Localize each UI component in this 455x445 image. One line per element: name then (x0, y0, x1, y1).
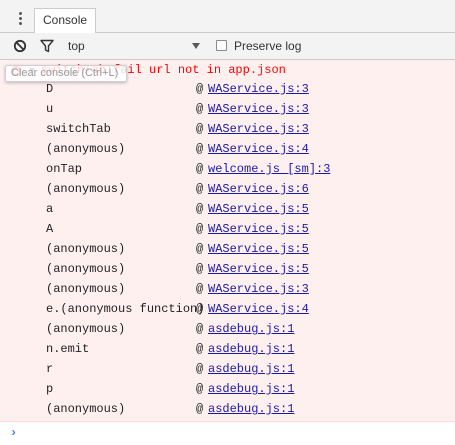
at-symbol: @ (196, 102, 204, 116)
error-message-block: switchTab:fail url not in app.json Clear… (0, 60, 455, 422)
at-symbol: @ (196, 282, 204, 296)
stack-frame-source-link[interactable]: WAService.js:3 (208, 280, 309, 299)
filter-icon[interactable] (40, 39, 54, 53)
stack-frame-row: onTap @ welcome.js [sm]:3 (0, 160, 455, 180)
stack-frame-function: (anonymous) (46, 402, 126, 416)
preserve-log-checkbox[interactable] (216, 40, 227, 51)
stack-frame-row: (anonymous) @ asdebug.js:1 (0, 320, 455, 340)
stack-frame-function: (anonymous) (46, 322, 126, 336)
console-prompt-icon[interactable]: › (10, 426, 17, 440)
stack-frame-source-link[interactable]: WAService.js:5 (208, 260, 309, 279)
kebab-menu-icon[interactable] (12, 11, 28, 27)
stack-frame-row: (anonymous) @ asdebug.js:1 (0, 400, 455, 420)
preserve-log-label: Preserve log (234, 39, 302, 53)
stack-frame-source-link[interactable]: asdebug.js:1 (208, 380, 294, 399)
at-symbol: @ (196, 242, 204, 256)
stack-frame-row: (anonymous) @ WAService.js:4 (0, 140, 455, 160)
console-toolbar: top Preserve log (0, 33, 455, 60)
stack-frame-function: onTap (46, 162, 83, 176)
stack-frame-function: D (46, 82, 54, 96)
stack-frame-row: r @ asdebug.js:1 (0, 360, 455, 380)
stack-frame-source-link[interactable]: WAService.js:4 (208, 140, 309, 159)
stack-frame-source-link[interactable]: WAService.js:5 (208, 220, 309, 239)
at-symbol: @ (196, 362, 204, 376)
stack-frame-row: (anonymous) @ WAService.js:5 (0, 240, 455, 260)
at-symbol: @ (196, 182, 204, 196)
at-symbol: @ (196, 122, 204, 136)
stack-frame-function: (anonymous) (46, 262, 126, 276)
at-symbol: @ (196, 82, 204, 96)
stack-frame-row: switchTab @ WAService.js:3 (0, 120, 455, 140)
at-symbol: @ (196, 302, 204, 316)
at-symbol: @ (196, 162, 204, 176)
stack-frame-row: n.emit @ asdebug.js:1 (0, 340, 455, 360)
at-symbol: @ (196, 262, 204, 276)
stack-frame-function: (anonymous) (46, 242, 126, 256)
stack-frame-row: (anonymous) @ WAService.js:5 (0, 260, 455, 280)
stack-frame-row: (anonymous) @ WAService.js:3 (0, 280, 455, 300)
clear-console-icon[interactable] (13, 39, 27, 53)
stack-frame-function: n.emit (46, 342, 90, 356)
stack-frame-row: e.(anonymous function) @ WAService.js:4 (0, 300, 455, 320)
stack-frame-row: p @ asdebug.js:1 (0, 380, 455, 400)
stack-frame-source-link[interactable]: WAService.js:5 (208, 200, 309, 219)
stack-frame-function: a (46, 202, 54, 216)
console-messages: switchTab:fail url not in app.json Clear… (0, 60, 455, 445)
stack-frame-function: e.(anonymous function) (46, 302, 205, 316)
tab-console[interactable]: Console (34, 8, 97, 33)
context-value: top (68, 39, 85, 53)
at-symbol: @ (196, 322, 204, 336)
stack-frame-source-link[interactable]: asdebug.js:1 (208, 320, 294, 339)
stack-frame-source-link[interactable]: WAService.js:3 (208, 120, 309, 139)
drawer-tabbar: Console (0, 6, 455, 33)
stack-frame-row: D @ WAService.js:3 (0, 80, 455, 100)
stack-frame-source-link[interactable]: WAService.js:4 (208, 300, 309, 319)
dropdown-arrow-icon (192, 43, 200, 49)
stack-frame-function: (anonymous) (46, 282, 126, 296)
at-symbol: @ (196, 342, 204, 356)
stack-frame-row: u @ WAService.js:3 (0, 100, 455, 120)
stack-frame-row: A @ WAService.js:5 (0, 220, 455, 240)
at-symbol: @ (196, 202, 204, 216)
stack-frame-row: a @ WAService.js:5 (0, 200, 455, 220)
stack-frame-source-link[interactable]: WAService.js:3 (208, 100, 309, 119)
stack-frame-source-link[interactable]: welcome.js [sm]:3 (208, 160, 330, 179)
stack-frame-source-link[interactable]: WAService.js:5 (208, 240, 309, 259)
at-symbol: @ (196, 382, 204, 396)
stack-frame-function: r (46, 362, 54, 376)
stack-frame-source-link[interactable]: asdebug.js:1 (208, 400, 294, 419)
stack-frame-source-link[interactable]: WAService.js:3 (208, 80, 309, 99)
context-selector[interactable]: top (66, 33, 206, 59)
stack-frame-row: (anonymous) @ WAService.js:6 (0, 180, 455, 200)
stack-frame-source-link[interactable]: asdebug.js:1 (208, 340, 294, 359)
stack-trace: D @ WAService.js:3 u @ WAService.js:3 switchTa… (0, 80, 455, 420)
stack-frame-source-link[interactable]: asdebug.js:1 (208, 360, 294, 379)
at-symbol: @ (196, 142, 204, 156)
stack-frame-function: switchTab (46, 122, 111, 136)
stack-frame-function: u (46, 102, 54, 116)
stack-frame-source-link[interactable]: WAService.js:6 (208, 180, 309, 199)
stack-frame-function: p (46, 382, 54, 396)
at-symbol: @ (196, 222, 204, 236)
stack-frame-function: A (46, 222, 54, 236)
stack-frame-function: (anonymous) (46, 182, 126, 196)
stack-frame-function: (anonymous) (46, 142, 126, 156)
at-symbol: @ (196, 402, 204, 416)
